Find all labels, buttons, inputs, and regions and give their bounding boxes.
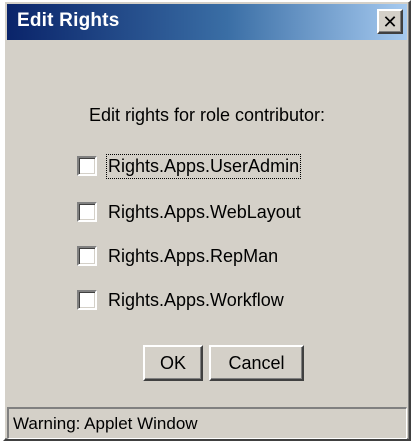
status-text: Warning: Applet Window: [13, 413, 198, 433]
option-label[interactable]: Rights.Apps.Workflow: [107, 289, 285, 312]
checkbox-workflow[interactable]: [77, 290, 97, 310]
ok-button[interactable]: OK: [143, 345, 203, 381]
title-bar[interactable]: Edit Rights ✕: [7, 4, 407, 40]
edit-rights-dialog: Edit Rights ✕ Edit rights for role contr…: [3, 0, 411, 441]
checkbox-repman[interactable]: [77, 246, 97, 266]
option-label[interactable]: Rights.Apps.WebLayout: [107, 201, 302, 224]
close-icon: ✕: [382, 11, 398, 32]
status-bar: Warning: Applet Window: [7, 407, 407, 439]
option-label[interactable]: Rights.Apps.RepMan: [107, 245, 279, 268]
option-label[interactable]: Rights.Apps.UserAdmin: [105, 153, 302, 179]
prompt-text: Edit rights for role contributor:: [88, 105, 326, 125]
checkbox-useradmin[interactable]: [77, 156, 97, 176]
close-button[interactable]: ✕: [377, 9, 403, 34]
cancel-button[interactable]: Cancel: [209, 345, 304, 381]
option-repman[interactable]: Rights.Apps.RepMan: [77, 242, 279, 270]
ok-button-label: OK: [159, 352, 186, 373]
dialog-title: Edit Rights: [17, 10, 120, 31]
checkbox-weblayout[interactable]: [77, 202, 97, 222]
option-workflow[interactable]: Rights.Apps.Workflow: [77, 286, 285, 314]
cancel-button-label: Cancel: [228, 352, 285, 373]
option-weblayout[interactable]: Rights.Apps.WebLayout: [77, 198, 302, 226]
option-useradmin[interactable]: Rights.Apps.UserAdmin: [77, 152, 302, 180]
